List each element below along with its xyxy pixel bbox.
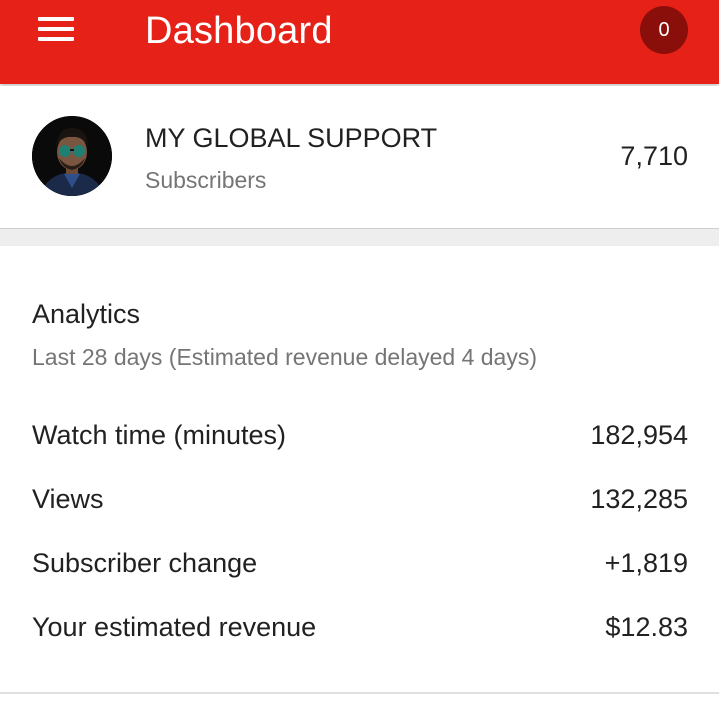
metric-row-estimated-revenue: Your estimated revenue $12.83 [32,607,688,647]
menu-line [38,37,74,41]
menu-line [38,17,74,21]
metric-value: $12.83 [605,612,688,642]
metric-row-subscriber-change: Subscriber change +1,819 [32,543,688,583]
metric-value: 182,954 [590,420,688,450]
metric-label: Watch time (minutes) [32,420,287,450]
channel-name: MY GLOBAL SUPPORT [145,123,438,153]
analytics-title: Analytics [32,299,141,329]
channel-card[interactable]: MY GLOBAL SUPPORT Subscribers 7,710 [0,86,719,229]
avatar-image [32,116,112,196]
metric-label: Your estimated revenue [32,612,317,642]
hamburger-menu-icon[interactable] [32,10,80,46]
page-title: Dashboard [145,10,333,52]
bottom-divider [0,692,719,694]
notification-badge[interactable]: 0 [640,6,688,54]
metric-row-watch-time: Watch time (minutes) 182,954 [32,415,688,455]
metric-value: 132,285 [590,484,688,514]
metric-value: +1,819 [604,548,688,578]
section-separator [0,229,719,246]
analytics-subtitle: Last 28 days (Estimated revenue delayed … [32,344,538,370]
metric-label: Views [32,484,104,514]
subscribers-count: 7,710 [620,141,688,171]
metric-label: Subscriber change [32,548,258,578]
subscribers-label: Subscribers [145,167,267,193]
avatar[interactable] [32,116,112,196]
app-bar: Dashboard 0 [0,0,719,84]
analytics-card[interactable]: Analytics Last 28 days (Estimated revenu… [0,246,719,692]
metric-row-views: Views 132,285 [32,479,688,519]
menu-line [38,27,74,31]
